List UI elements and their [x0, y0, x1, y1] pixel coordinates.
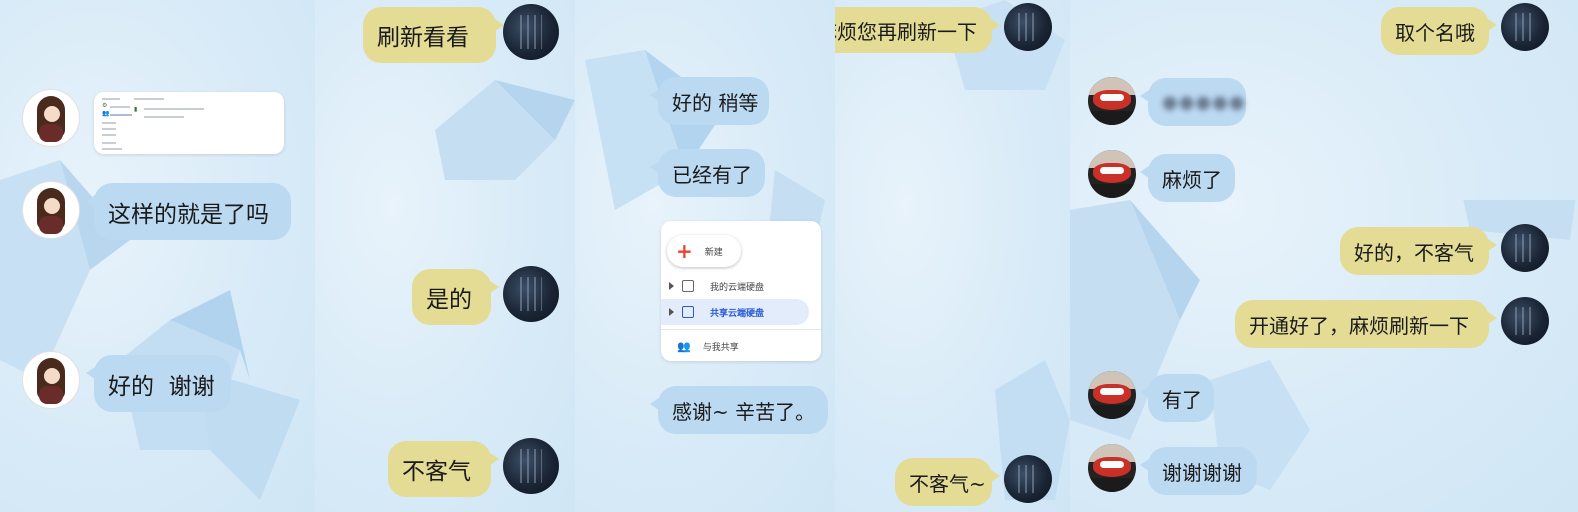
self-avatar[interactable]	[503, 266, 559, 322]
contact-avatar[interactable]	[1088, 371, 1136, 419]
screenshot-attachment[interactable]: ⚙ 👥 ▮	[94, 92, 284, 154]
message-bubble[interactable]: 不客气~	[895, 458, 1000, 506]
message-text: 这样的就是了吗	[108, 201, 269, 228]
chat-panel-4: 取个名哦 ●●●●● 麻烦了 好的，不客气 开通好了，麻烦刷新一下 有了 谢谢谢…	[1070, 0, 1578, 512]
chat-panel-3: 好了，麻烦您再刷新一下 不客气~	[835, 0, 1070, 512]
drive-menu-item[interactable]: 我的云端硬盘	[661, 273, 821, 299]
message-text: 好的 稍等	[672, 90, 759, 115]
self-avatar[interactable]	[1501, 224, 1549, 272]
message-bubble[interactable]: 好了，麻烦您再刷新一下	[835, 7, 1000, 53]
message-text: 已经有了	[672, 162, 752, 187]
message-text: 是的	[426, 287, 472, 313]
message-text: 好的 谢谢	[108, 373, 215, 400]
folder-icon: ▮	[134, 106, 138, 113]
message-bubble[interactable]: 刷新看看	[363, 7, 504, 63]
chat-panel-2b: 好的 稍等 已经有了 + 新建 我的云端硬盘 共享云端硬盘 👥 与我共享 感谢~…	[575, 0, 835, 512]
message-bubble[interactable]: 好的，不客气	[1340, 227, 1497, 275]
expand-arrow-icon	[669, 282, 674, 290]
chat-panel-2: 刷新看看 是的 不客气	[315, 0, 575, 512]
drive-icon	[682, 280, 694, 292]
self-avatar[interactable]	[1004, 3, 1052, 51]
message-bubble[interactable]: 有了	[1140, 374, 1214, 422]
chat-panel-1: ⚙ 👥 ▮ 这样的就是了吗 好的 谢谢	[0, 0, 315, 512]
message-text: 好的，不客气	[1354, 240, 1474, 265]
message-text: 好了，麻烦您再刷新一下	[835, 19, 977, 44]
message-bubble[interactable]: 开通好了，麻烦刷新一下	[1235, 300, 1497, 348]
gear-icon: ⚙	[102, 102, 108, 109]
drive-menu-item-label: 我的云端硬盘	[710, 282, 765, 293]
drive-menu-item-selected[interactable]: 共享云端硬盘	[661, 299, 809, 325]
plus-icon: +	[676, 239, 693, 263]
drive-menu-item[interactable]: 👥 与我共享	[661, 333, 821, 359]
contact-avatar[interactable]	[22, 181, 80, 239]
message-text: 谢谢谢谢	[1162, 460, 1242, 485]
message-bubble[interactable]: 谢谢谢谢	[1140, 447, 1257, 495]
self-avatar[interactable]	[1004, 455, 1052, 503]
chat-collage: ⚙ 👥 ▮ 这样的就是了吗 好的 谢谢 刷新看看 是的 不客气 好的 稍等 已经…	[0, 0, 1578, 512]
self-avatar[interactable]	[1501, 3, 1549, 51]
shared-drive-icon	[682, 306, 694, 318]
message-text: 取个名哦	[1395, 20, 1475, 45]
message-bubble[interactable]: 这样的就是了吗	[86, 183, 291, 240]
contact-avatar[interactable]	[22, 89, 80, 147]
people-icon: 👥	[102, 110, 110, 117]
self-avatar[interactable]	[503, 438, 559, 494]
message-bubble-redacted[interactable]: ●●●●●	[1140, 78, 1246, 126]
iceberg-illustration	[435, 80, 575, 180]
new-button-label: 新建	[704, 247, 723, 258]
self-avatar[interactable]	[503, 4, 559, 60]
contact-avatar[interactable]	[22, 351, 80, 409]
people-icon: 👥	[677, 339, 691, 353]
message-bubble[interactable]: 麻烦了	[1140, 154, 1235, 202]
message-text: 不客气	[402, 459, 471, 485]
message-bubble[interactable]: 已经有了	[650, 149, 765, 197]
self-avatar[interactable]	[1501, 297, 1549, 345]
message-bubble[interactable]: 不客气	[388, 441, 499, 497]
drive-menu-item-label: 与我共享	[702, 342, 739, 353]
iceberg-illustration	[0, 160, 300, 500]
message-text: 开通好了，麻烦刷新一下	[1249, 313, 1469, 338]
divider	[661, 329, 821, 330]
message-text: 有了	[1162, 387, 1202, 412]
message-text: 感谢~ 辛苦了。	[672, 399, 816, 424]
message-bubble[interactable]: 好的 谢谢	[86, 355, 231, 412]
message-bubble[interactable]: 取个名哦	[1381, 7, 1497, 55]
message-text: 麻烦了	[1162, 167, 1222, 192]
message-bubble[interactable]: 好的 稍等	[650, 77, 769, 125]
expand-arrow-icon	[669, 308, 674, 316]
drive-menu-screenshot[interactable]: + 新建 我的云端硬盘 共享云端硬盘 👥 与我共享	[661, 221, 821, 361]
contact-avatar[interactable]	[1088, 150, 1136, 198]
new-button[interactable]: + 新建	[667, 235, 741, 267]
drive-menu-item-label: 共享云端硬盘	[710, 308, 765, 319]
message-bubble[interactable]: 是的	[412, 269, 499, 325]
contact-avatar[interactable]	[1088, 444, 1136, 492]
message-text: ●●●●●	[1162, 91, 1246, 113]
message-text: 刷新看看	[377, 25, 469, 51]
message-text: 不客气~	[909, 471, 986, 496]
contact-avatar[interactable]	[1088, 77, 1136, 125]
message-bubble[interactable]: 感谢~ 辛苦了。	[650, 386, 828, 434]
